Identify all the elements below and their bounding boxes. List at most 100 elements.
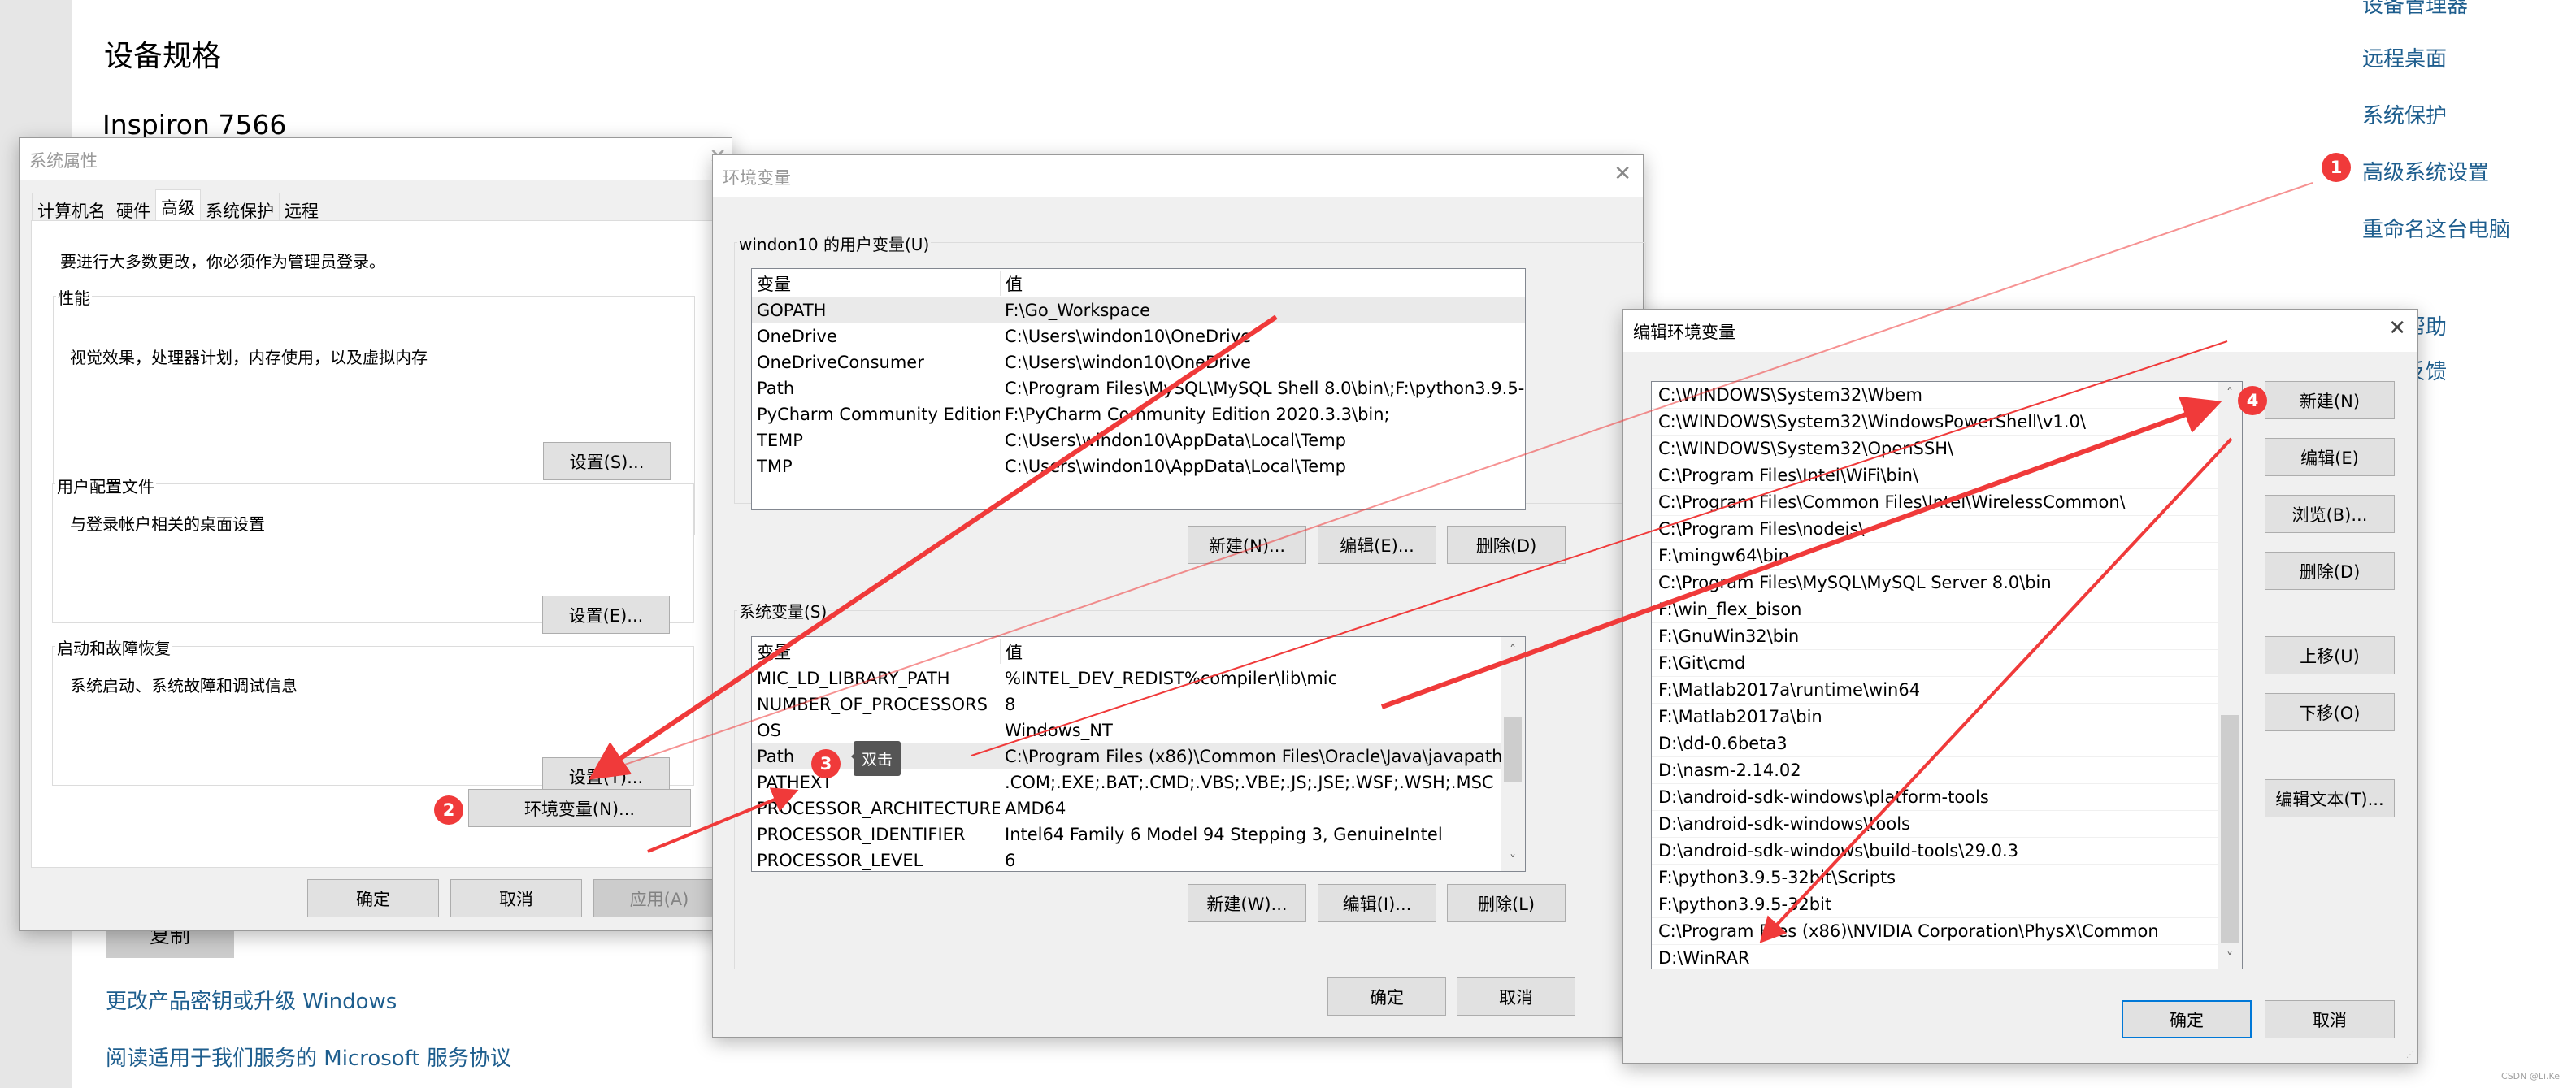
user-new-button[interactable]: 新建(N)... (1188, 526, 1306, 564)
table-row[interactable]: OS Windows_NT (752, 717, 1501, 743)
table-row[interactable]: OneDriveConsumer C:\Users\windon10\OneDri… (752, 349, 1525, 375)
path-list-item[interactable]: D:\android-sdk-windows\platform-tools (1652, 784, 2218, 811)
path-list-item[interactable]: F:\python3.9.5-32bit (1652, 891, 2218, 918)
ok-button[interactable]: 确定 (307, 879, 439, 917)
path-list-item[interactable]: F:\mingw64\bin (1652, 543, 2218, 570)
scroll-thumb[interactable] (2221, 715, 2239, 943)
upgrade-windows-link[interactable]: 更改产品密钥或升级 Windows (106, 985, 397, 1015)
table-row[interactable]: GOPATH F:\Go_Workspace (752, 297, 1525, 323)
cancel-button[interactable]: 取消 (2265, 1000, 2395, 1038)
variable-name: OneDriveConsumer (757, 353, 924, 372)
sidebar-rename-pc[interactable]: 重命名这台电脑 (2362, 213, 2510, 243)
startup-recovery-desc: 系统启动、系统故障和调试信息 (70, 676, 298, 696)
delete-path-button[interactable]: 删除(D) (2265, 552, 2395, 590)
variable-name: TMP (757, 457, 793, 476)
path-list-item[interactable]: F:\Matlab2017a\bin (1652, 704, 2218, 730)
variable-value: 8 (1005, 695, 1016, 714)
variable-name: PROCESSOR_LEVEL (757, 851, 923, 870)
user-delete-button[interactable]: 删除(D) (1447, 526, 1566, 564)
close-icon[interactable]: ✕ (2388, 316, 2406, 340)
title-bar: 系统属性 ✕ (20, 138, 732, 180)
cancel-button[interactable]: 取消 (450, 879, 582, 917)
variable-value: .COM;.EXE;.BAT;.CMD;.VBS;.VBE;.JS;.JSE;.… (1005, 773, 1494, 792)
system-new-button[interactable]: 新建(W)... (1188, 884, 1306, 922)
variable-value: Intel64 Family 6 Model 94 Stepping 3, Ge… (1005, 825, 1443, 844)
system-edit-button[interactable]: 编辑(I)... (1318, 884, 1436, 922)
browse-button[interactable]: 浏览(B)... (2265, 495, 2395, 533)
scroll-up-icon[interactable]: ˄ (1501, 642, 1525, 657)
column-header-value[interactable]: 值 (1000, 639, 1525, 664)
path-list-item[interactable]: F:\python3.9.5-32bit\Scripts (1652, 865, 2218, 891)
sidebar-device-manager[interactable]: 设备管理器 (2362, 0, 2468, 19)
system-delete-button[interactable]: 删除(L) (1447, 884, 1566, 922)
column-header-variable[interactable]: 变量 (752, 271, 1000, 296)
edit-text-button[interactable]: 编辑文本(T)... (2265, 779, 2395, 817)
user-edit-button[interactable]: 编辑(E)... (1318, 526, 1436, 564)
table-row[interactable]: PROCESSOR_IDENTIFIER Intel64 Family 6 Mod… (752, 821, 1501, 847)
move-down-button[interactable]: 下移(O) (2265, 693, 2395, 731)
environment-variables-button[interactable]: 环境变量(N)... (468, 789, 691, 827)
title-bar: 编辑环境变量 ✕ (1623, 310, 2417, 352)
path-list-item[interactable]: C:\Program Files\nodejs\ (1652, 516, 2218, 543)
service-agreement-link[interactable]: 阅读适用于我们服务的 Microsoft 服务协议 (106, 1042, 511, 1072)
path-list-item[interactable]: D:\android-sdk-windows\tools (1652, 811, 2218, 838)
path-list-item[interactable]: C:\Program Files\MySQL\MySQL Server 8.0\… (1652, 570, 2218, 596)
step-badge-4: 4 (2238, 386, 2267, 415)
sidebar-remote-desktop[interactable]: 远程桌面 (2362, 42, 2447, 72)
double-click-tooltip: 双击 (850, 741, 901, 776)
new-path-button[interactable]: 新建(N) (2265, 381, 2395, 419)
path-list-item[interactable]: C:\Program Files\Intel\WiFi\bin\ (1652, 462, 2218, 489)
admin-note: 要进行大多数更改，你必须作为管理员登录。 (60, 252, 385, 271)
apply-button[interactable]: 应用(A) (593, 879, 725, 917)
step-badge-1: 1 (2322, 153, 2351, 182)
path-list-item[interactable]: F:\GnuWin32\bin (1652, 623, 2218, 650)
column-header-value[interactable]: 值 (1000, 271, 1525, 296)
user-profile-settings-button[interactable]: 设置(E)... (542, 596, 670, 634)
move-up-button[interactable]: 上移(U) (2265, 636, 2395, 674)
path-list-item[interactable]: C:\WINDOWS\System32\WindowsPowerShell\v1… (1652, 409, 2218, 436)
variable-name: GOPATH (757, 301, 827, 320)
variable-value: F:\PyCharm Community Edition 2020.3.3\bi… (1005, 405, 1390, 424)
table-row[interactable]: NUMBER_OF_PROCESSORS 8 (752, 691, 1501, 717)
sidebar-advanced-settings[interactable]: 高级系统设置 (2362, 156, 2489, 186)
user-vars-list[interactable]: 变量 值 GOPATH F:\Go_Workspace OneDrive C:\Use… (751, 268, 1526, 510)
path-list[interactable]: C:\WINDOWS\System32\Wbem C:\WINDOWS\Syste… (1651, 381, 2243, 969)
resize-grip-icon[interactable]: ⋰ (2406, 1051, 2414, 1060)
dialog-title: 环境变量 (723, 168, 791, 188)
table-row[interactable]: TMP C:\Users\windon10\AppData\Local\Temp (752, 453, 1525, 479)
path-list-item[interactable]: F:\Git\cmd (1652, 650, 2218, 677)
ok-button[interactable]: 确定 (2122, 1000, 2252, 1038)
scroll-down-icon[interactable]: ˅ (1501, 852, 1525, 868)
variable-name: PROCESSOR_ARCHITECTURE (757, 799, 1000, 818)
scroll-thumb[interactable] (1504, 717, 1522, 782)
system-vars-label: 系统变量(S) (737, 599, 829, 622)
path-list-item[interactable]: D:\dd-0.6beta3 (1652, 730, 2218, 757)
path-list-item[interactable]: C:\WINDOWS\System32\Wbem (1652, 382, 2218, 409)
dialog-title: 系统属性 (29, 151, 98, 171)
scroll-down-icon[interactable]: ˅ (2218, 950, 2242, 965)
path-list-item[interactable]: C:\WINDOWS\System32\OpenSSH\ (1652, 436, 2218, 462)
cancel-button[interactable]: 取消 (1457, 977, 1575, 1016)
table-row[interactable]: Path C:\Program Files\MySQL\MySQL Shell 8… (752, 375, 1525, 401)
path-list-item[interactable]: C:\Program Files\Common Files\Intel\Wire… (1652, 489, 2218, 516)
path-list-item[interactable]: C:\Program Files (x86)\NVIDIA Corporatio… (1652, 918, 2218, 945)
column-header-variable[interactable]: 变量 (752, 639, 1000, 664)
close-icon[interactable]: ✕ (1614, 162, 1631, 186)
edit-path-button[interactable]: 编辑(E) (2265, 438, 2395, 476)
performance-settings-button[interactable]: 设置(S)... (543, 442, 671, 480)
ok-button[interactable]: 确定 (1327, 977, 1446, 1016)
table-row[interactable]: PyCharm Community Edition F:\PyCharm Comm… (752, 401, 1525, 427)
table-row[interactable]: MIC_LD_LIBRARY_PATH %INTEL_DEV_REDIST%com… (752, 665, 1501, 691)
table-row[interactable]: PROCESSOR_ARCHITECTURE AMD64 (752, 795, 1501, 821)
path-list-item[interactable]: D:\android-sdk-windows\build-tools\29.0.… (1652, 838, 2218, 865)
path-list-item[interactable]: D:\nasm-2.14.02 (1652, 757, 2218, 784)
path-list-item[interactable]: F:\win_flex_bison (1652, 596, 2218, 623)
system-vars-scrollbar[interactable]: ˄ ˅ (1501, 637, 1525, 871)
table-row[interactable]: TEMP C:\Users\windon10\AppData\Local\Temp (752, 427, 1525, 453)
path-list-item[interactable]: D:\WinRAR (1652, 945, 2218, 969)
path-list-item[interactable]: F:\Matlab2017a\runtime\win64 (1652, 677, 2218, 704)
sidebar-system-protection[interactable]: 系统保护 (2362, 99, 2447, 129)
table-row[interactable]: PROCESSOR_LEVEL 6 (752, 847, 1501, 871)
path-list-scrollbar[interactable]: ˄ ˅ (2218, 382, 2242, 969)
table-row[interactable]: OneDrive C:\Users\windon10\OneDrive (752, 323, 1525, 349)
